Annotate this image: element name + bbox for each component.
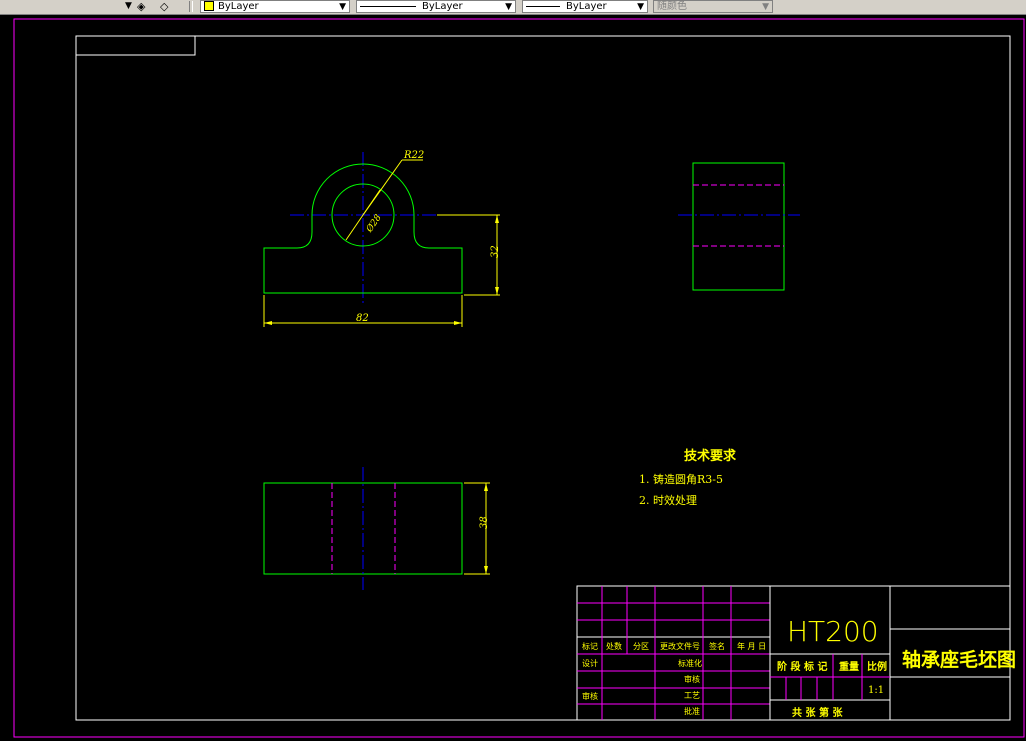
front-view[interactable]: R22 Ø28 82 32 [263, 150, 501, 327]
scale-value: 1:1 [868, 685, 884, 696]
row-review: 审核 [582, 691, 598, 701]
depth-dimension: 38 [479, 516, 490, 529]
dim-arrow-right [454, 321, 462, 325]
col-date: 年 月 日 [737, 641, 766, 651]
layer-previous-icon[interactable]: ◇ [160, 0, 168, 13]
col-count: 处数 [606, 641, 622, 651]
lineweight-label: ByLayer [566, 1, 607, 12]
dropdown-arrow-icon[interactable]: ▼ [125, 0, 132, 12]
side-view[interactable] [678, 162, 800, 291]
col-doc: 更改文件号 [660, 641, 700, 651]
lineweight-sample [526, 5, 560, 7]
color-swatch-icon [204, 1, 214, 11]
sheet-code-box [75, 35, 196, 56]
color-control[interactable]: ByLayer ▼ [200, 0, 350, 13]
dim-arrow-top [495, 215, 499, 223]
diameter-dimension: Ø28 [364, 212, 384, 235]
dim-arrow-left [264, 321, 272, 325]
col-zone: 分区 [633, 642, 649, 651]
tech-requirement-1: 1. 铸造圆角R3-5 [639, 472, 723, 486]
material-label: HT200 [787, 615, 879, 648]
chevron-down-icon[interactable]: ▼ [637, 1, 644, 12]
toolbar-separator [189, 1, 193, 12]
width-dimension: 82 [356, 313, 369, 324]
properties-toolbar: ▼ ◈ ◇ ByLayer ▼ ByLayer ▼ ByLayer ▼ 随颜色 … [0, 0, 1026, 15]
tech-requirement-2: 2. 时效处理 [639, 493, 697, 507]
dim-arrow-depth-top [484, 483, 488, 491]
chevron-down-icon[interactable]: ▼ [762, 1, 769, 12]
side-view-outline [692, 162, 785, 291]
chevron-down-icon[interactable]: ▼ [505, 1, 512, 12]
col-tag: 标记 [582, 641, 598, 651]
color-label: ByLayer [218, 1, 259, 12]
lineweight-control[interactable]: ByLayer ▼ [522, 0, 648, 13]
height-dimension: 32 [490, 245, 501, 258]
row-check: 审核 [684, 674, 700, 684]
linetype-label: ByLayer [422, 1, 463, 12]
technical-requirements: 技术要求 1. 铸造圆角R3-5 2. 时效处理 [639, 448, 737, 507]
weight-label: 重量 [839, 660, 859, 673]
linetype-control[interactable]: ByLayer ▼ [356, 0, 516, 13]
plotstyle-control[interactable]: 随颜色 ▼ [653, 0, 773, 13]
dim-arrow-bottom [495, 287, 499, 295]
chevron-down-icon[interactable]: ▼ [339, 1, 346, 12]
scale-label: 比例 [867, 660, 887, 673]
title-block-text: HT200 轴承座毛坯图 标记 处数 分区 更改文件号 签名 年 月 日 设计 … [582, 615, 1016, 719]
drawing-canvas[interactable]: R22 Ø28 82 32 38 技术要求 1. 铸造圆角R3-5 2. 时效处… [0, 14, 1026, 741]
col-sign: 签名 [709, 641, 725, 651]
sheet-label: 共 张 第 张 [792, 706, 843, 719]
row-process: 工艺 [684, 691, 700, 700]
row-standard: 标准化 [678, 658, 702, 668]
part-name: 轴承座毛坯图 [902, 648, 1016, 671]
stage-label: 阶 段 标 记 [777, 660, 827, 673]
layer-states-icon[interactable]: ◈ [137, 0, 145, 13]
plotstyle-label: 随颜色 [657, 1, 687, 12]
top-view[interactable]: 38 [263, 467, 490, 590]
linetype-sample [360, 5, 416, 7]
dim-arrow-depth-bottom [484, 566, 488, 574]
row-design: 设计 [582, 658, 598, 668]
row-approve: 批准 [684, 706, 700, 716]
tech-requirements-title: 技术要求 [684, 448, 737, 464]
radius-dimension: R22 [403, 150, 424, 161]
